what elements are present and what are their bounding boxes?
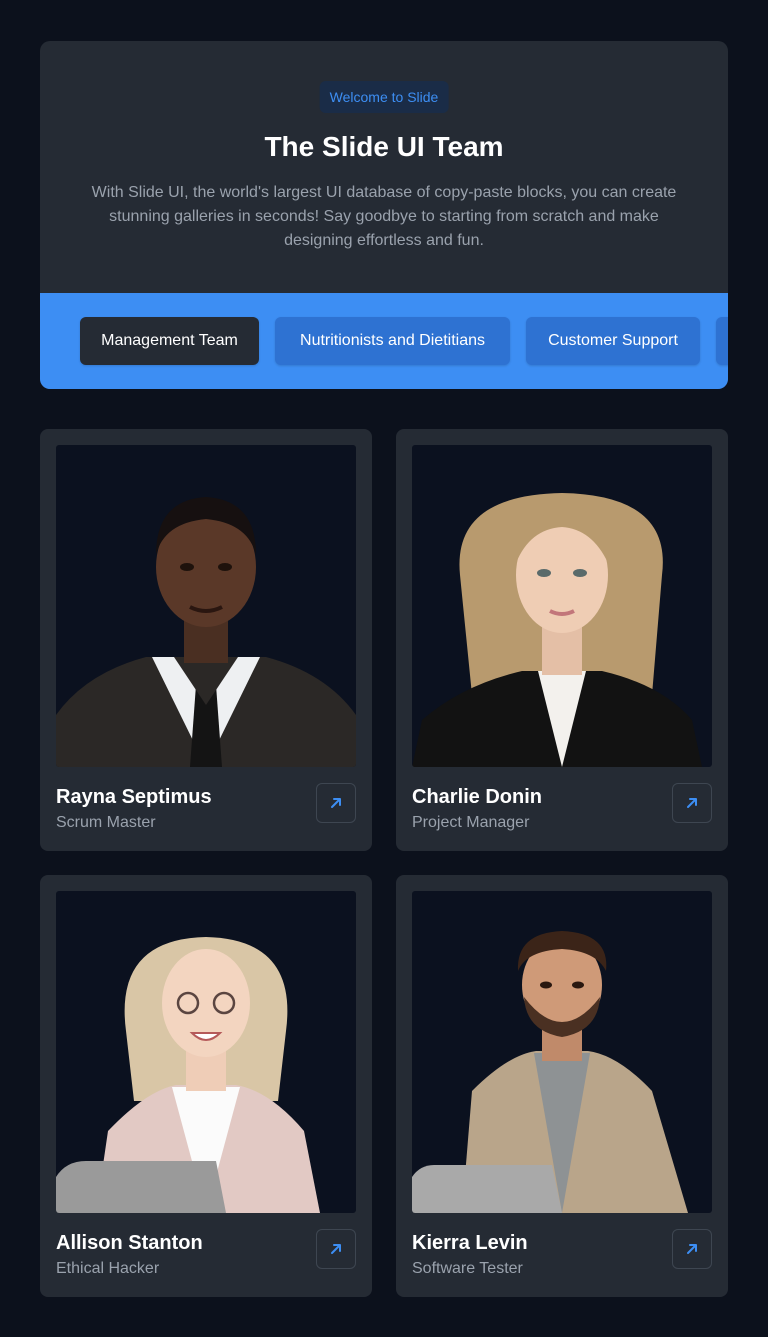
member-photo	[412, 445, 712, 767]
member-photo	[56, 891, 356, 1213]
team-card: Allison Stanton Ethical Hacker	[40, 875, 372, 1297]
arrow-up-right-icon	[331, 798, 341, 808]
welcome-badge: Welcome to Slide	[319, 81, 449, 113]
team-card: Charlie Donin Project Manager	[396, 429, 728, 851]
member-role: Ethical Hacker	[56, 1260, 160, 1277]
view-profile-button[interactable]	[316, 1229, 356, 1269]
view-profile-button[interactable]	[316, 783, 356, 823]
member-role: Software Tester	[412, 1260, 523, 1277]
tab-customer-support[interactable]: Customer Support	[526, 317, 700, 365]
view-profile-button[interactable]	[672, 1229, 712, 1269]
team-card: Rayna Septimus Scrum Master	[40, 429, 372, 851]
team-card: Kierra Levin Software Tester	[396, 875, 728, 1297]
member-photo	[56, 445, 356, 767]
tab-management-team[interactable]: Management Team	[80, 317, 259, 365]
member-name: Rayna Septimus	[56, 786, 212, 808]
member-photo	[412, 891, 712, 1213]
team-page: Welcome to Slide The Slide UI Team With …	[0, 0, 768, 1337]
arrow-up-right-icon	[687, 798, 697, 808]
tab-nutritionists-and-dietitians[interactable]: Nutritionists and Dietitians	[275, 317, 510, 365]
hero-description: With Slide UI, the world's largest UI da…	[91, 184, 677, 249]
team-tabs: Management Team Nutritionists and Dietit…	[40, 293, 728, 389]
view-profile-button[interactable]	[672, 783, 712, 823]
member-role: Scrum Master	[56, 814, 156, 831]
arrow-up-right-icon	[687, 1244, 697, 1254]
member-role: Project Manager	[412, 814, 530, 831]
arrow-up-right-icon	[331, 1244, 341, 1254]
member-name: Charlie Donin	[412, 786, 543, 808]
member-name: Allison Stanton	[56, 1232, 203, 1254]
page-title: The Slide UI Team	[264, 131, 504, 162]
tab-next-partial[interactable]	[716, 317, 728, 365]
hero-section: Welcome to Slide The Slide UI Team With …	[40, 41, 728, 389]
member-name: Kierra Levin	[412, 1232, 528, 1254]
